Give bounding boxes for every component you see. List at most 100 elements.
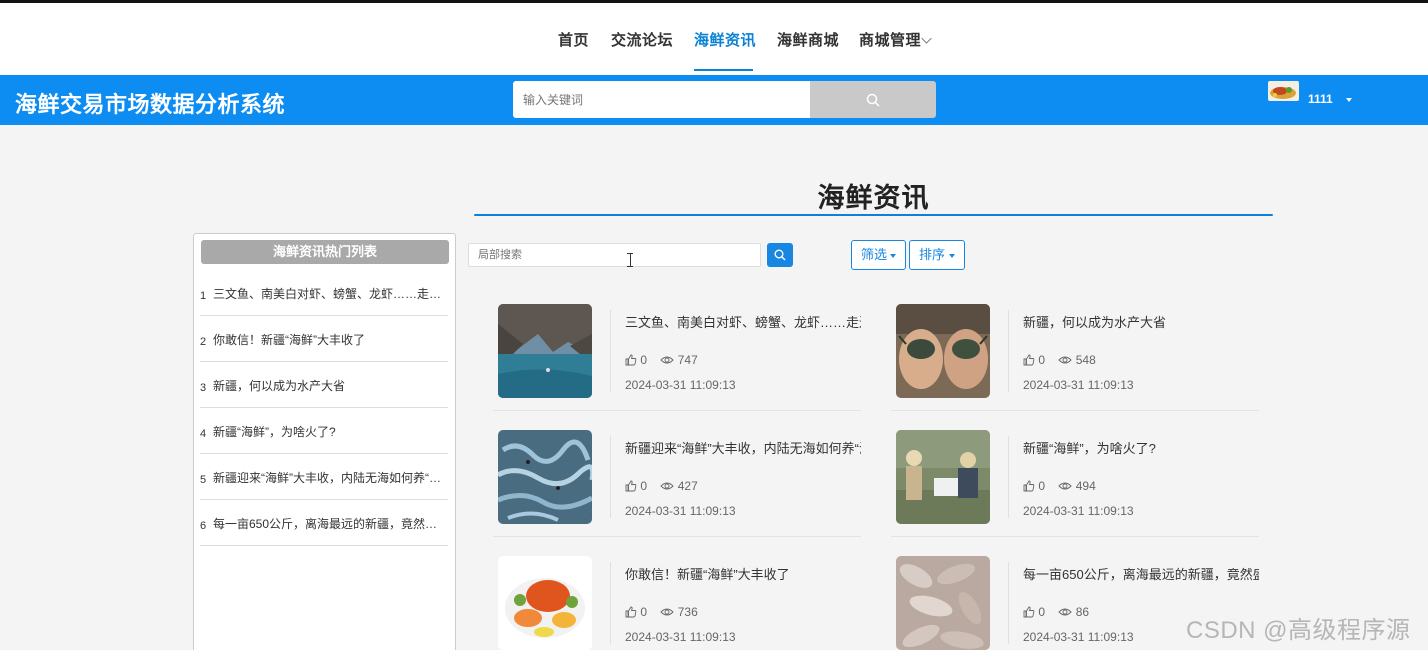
local-search-button[interactable] [767,243,793,267]
news-thumbnail[interactable] [896,556,990,650]
local-search-input[interactable] [468,243,761,267]
hot-list-number: 4 [200,428,207,440]
page-title: 海鲜资讯 [817,183,930,213]
like-count: 0 [1038,352,1046,367]
view-count: 736 [677,604,698,619]
text-cursor-icon [627,253,633,267]
hot-list-title: 海鲜资讯热门列表 [201,240,449,264]
hot-list-number: 3 [200,382,207,394]
thumbs-up-icon[interactable] [1023,480,1035,492]
title-underline [474,214,1273,216]
news-thumbnail[interactable] [498,430,592,524]
news-title[interactable]: 新疆迎来“海鲜”大丰收，内陆无海如何养“海 [625,438,861,457]
hot-list-panel: 海鲜资讯热门列表 1 三文鱼、南美白对虾、螃蟹、龙虾……走进新疆 2 你敢信！新… [193,233,456,650]
card-divider [1008,562,1009,644]
card-divider [1008,310,1009,392]
eye-icon [1058,482,1073,490]
news-card[interactable]: 新疆，何以成为水产大省 0 548 2024-03-31 11:09:13 [891,304,1259,411]
like-count: 0 [1038,604,1046,619]
news-stats: 0 86 [1023,604,1089,619]
hot-list-item-title[interactable]: 新疆迎来“海鲜”大丰收，内陆无海如何养“海鲜” [213,469,447,486]
news-title[interactable]: 三文鱼、南美白对虾、螃蟹、龙虾……走进新 [625,312,861,331]
nav-item-mall-admin[interactable]: 商城管理 [859,29,921,50]
news-stats: 0 736 [625,604,698,619]
top-nav: 首页 交流论坛 海鲜资讯 海鲜商城 商城管理 [0,3,1428,75]
news-card[interactable]: 你敢信！新疆“海鲜”大丰收了 0 736 2024-03-31 11:09:13 [493,556,861,650]
global-search-input[interactable] [513,81,810,118]
nav-item-home[interactable]: 首页 [558,29,589,50]
news-date: 2024-03-31 11:09:13 [1023,378,1134,392]
thumbs-up-icon[interactable] [625,480,637,492]
caret-down-icon[interactable] [1346,98,1352,102]
search-icon [774,249,786,261]
view-count: 427 [677,478,698,493]
filter-dropdown-button[interactable]: 筛选 [851,240,906,270]
news-thumbnail[interactable] [498,556,592,650]
news-title[interactable]: 每一亩650公斤，离海最远的新疆，竟然盛产 [1023,564,1259,583]
view-count: 747 [677,352,698,367]
hot-list-item[interactable]: 2 你敢信！新疆“海鲜”大丰收了 [200,316,448,362]
nav-item-mall[interactable]: 海鲜商城 [777,29,839,50]
nav-active-underline [694,69,753,71]
news-date: 2024-03-31 11:09:13 [625,504,736,518]
news-stats: 0 494 [1023,478,1096,493]
news-thumbnail[interactable] [498,304,592,398]
card-divider [1008,436,1009,518]
hot-list-item[interactable]: 5 新疆迎来“海鲜”大丰收，内陆无海如何养“海鲜” [200,454,448,500]
hot-list-number: 2 [200,336,207,348]
news-thumbnail[interactable] [896,430,990,524]
eye-icon [660,608,675,616]
like-count: 0 [1038,478,1046,493]
hot-list-item[interactable]: 4 新疆“海鲜”，为啥火了? [200,408,448,454]
like-count: 0 [640,352,648,367]
hot-list-item[interactable]: 6 每一亩650公斤，离海最远的新疆，竟然盛产海鲜 [200,500,448,546]
thumbs-up-icon[interactable] [1023,606,1035,618]
hot-list-item-title[interactable]: 新疆，何以成为水产大省 [213,377,447,394]
news-thumbnail[interactable] [896,304,990,398]
hot-list-item[interactable]: 1 三文鱼、南美白对虾、螃蟹、龙虾……走进新疆 [200,270,448,316]
sort-label: 排序 [919,247,946,262]
nav-item-forum[interactable]: 交流论坛 [611,29,673,50]
news-card[interactable]: 新疆“海鲜”，为啥火了? 0 494 2024-03-31 11:09:13 [891,430,1259,537]
card-divider [610,310,611,392]
news-card[interactable]: 新疆迎来“海鲜”大丰收，内陆无海如何养“海 0 427 2024-03-31 1… [493,430,861,537]
avatar[interactable] [1268,81,1299,101]
thumbs-up-icon[interactable] [625,354,637,366]
eye-icon [660,482,675,490]
news-card[interactable]: 三文鱼、南美白对虾、螃蟹、龙虾……走进新 0 747 2024-03-31 11… [493,304,861,411]
hot-list-number: 6 [200,520,207,532]
like-count: 0 [640,604,648,619]
caret-down-icon [949,254,955,258]
eye-icon [1058,356,1073,364]
hot-list-number: 1 [200,290,207,302]
hot-list-item-title[interactable]: 新疆“海鲜”，为啥火了? [213,423,447,440]
view-count: 548 [1075,352,1096,367]
hot-list-item[interactable]: 3 新疆，何以成为水产大省 [200,362,448,408]
filter-label: 筛选 [861,247,888,262]
username[interactable]: 1111 [1308,92,1333,106]
hot-list-item-title[interactable]: 你敢信！新疆“海鲜”大丰收了 [213,331,447,348]
hot-list-item-title[interactable]: 三文鱼、南美白对虾、螃蟹、龙虾……走进新疆 [213,285,447,302]
news-stats: 0 427 [625,478,698,493]
site-title: 海鲜交易市场数据分析系统 [15,92,286,117]
search-icon [866,93,880,107]
card-divider [610,562,611,644]
nav-item-news[interactable]: 海鲜资讯 [694,29,756,50]
news-title[interactable]: 新疆“海鲜”，为啥火了? [1023,438,1259,457]
news-title[interactable]: 你敢信！新疆“海鲜”大丰收了 [625,564,861,583]
thumbs-up-icon[interactable] [625,606,637,618]
news-date: 2024-03-31 11:09:13 [1023,630,1134,644]
news-title[interactable]: 新疆，何以成为水产大省 [1023,312,1259,331]
view-count: 494 [1075,478,1096,493]
hot-list-item-title[interactable]: 每一亩650公斤，离海最远的新疆，竟然盛产海鲜 [213,515,447,532]
news-stats: 0 747 [625,352,698,367]
chevron-down-icon[interactable] [921,33,932,44]
news-date: 2024-03-31 11:09:13 [1023,504,1134,518]
news-stats: 0 548 [1023,352,1096,367]
eye-icon [1058,608,1073,616]
sort-dropdown-button[interactable]: 排序 [909,240,965,270]
thumbs-up-icon[interactable] [1023,354,1035,366]
site-header: 海鲜交易市场数据分析系统 1111 [0,75,1428,125]
like-count: 0 [640,478,648,493]
global-search-button[interactable] [810,81,936,118]
